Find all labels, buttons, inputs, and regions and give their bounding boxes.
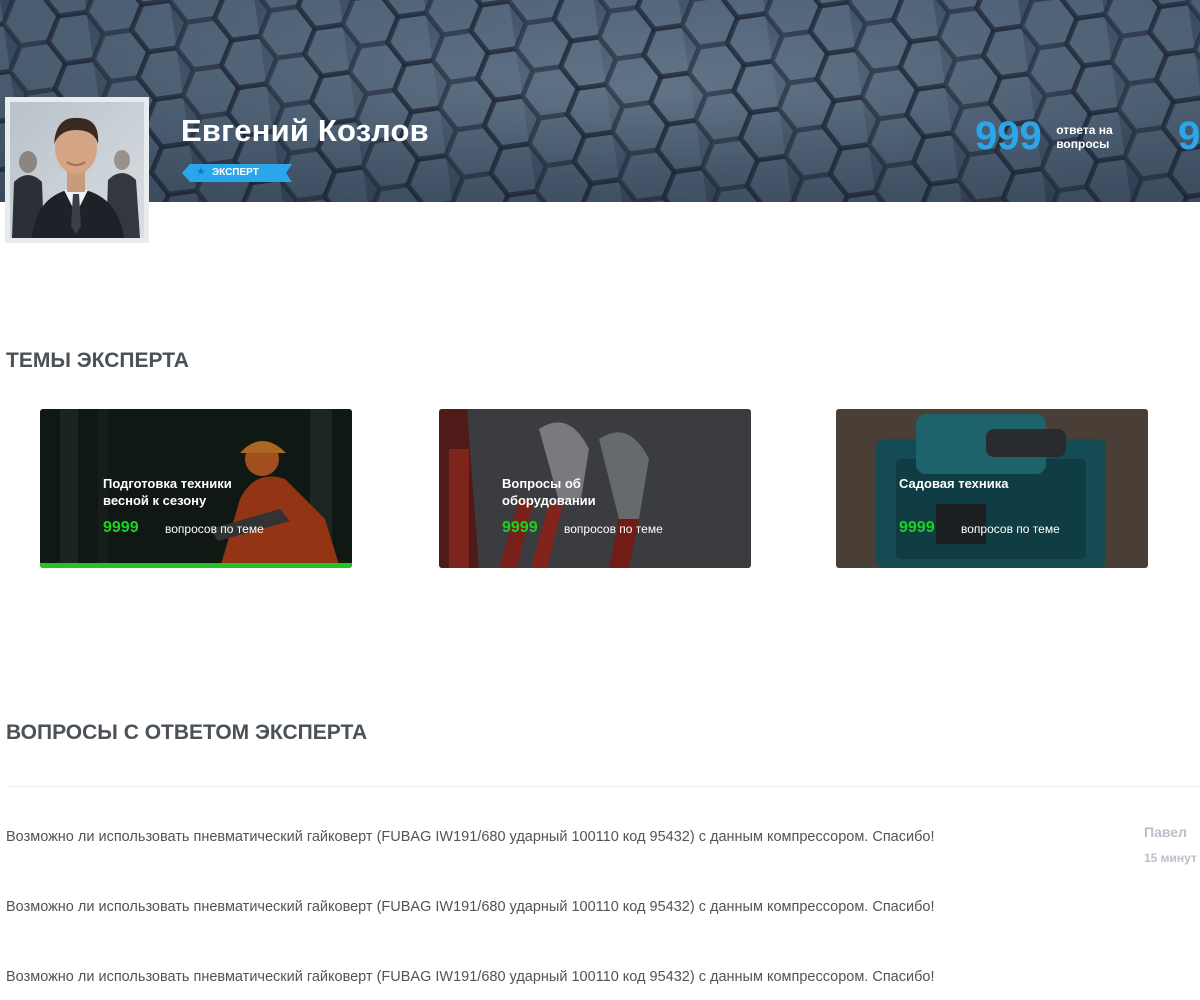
asker-time: 15 минут [1144,851,1197,865]
expert-badge: ★ ЭКСПЕРТ [182,164,292,182]
topic-card-title: Садовая техника [899,476,1009,491]
stat-second: 99 [1178,113,1200,159]
topic-card[interactable]: Подготовка техники весной к сезону 9999 … [40,409,352,568]
questions-title: ВОПРОСЫ С ОТВЕТОМ ЭКСПЕРТА [6,721,368,744]
topic-card-count: 9999 [103,519,139,536]
question-link[interactable]: Возможно ли использовать пневматический … [6,826,936,848]
stat-answers-label: ответа на вопросы [1056,123,1113,151]
topic-card-count: 9999 [899,519,935,536]
avatar-photo [10,102,144,238]
stat-answers: 999 ответа на вопросы [975,113,1136,159]
topic-card-count-label: вопросов по теме [165,522,264,536]
profile-header: Евгений Козлов ★ ЭКСПЕРТ 999 ответа на в… [0,0,1200,202]
expert-name: Евгений Козлов [181,113,429,148]
avatar[interactable] [5,97,149,243]
topic-card-title: Вопросы об оборудовании [502,476,596,508]
topic-card-count: 9999 [502,519,538,536]
hexagon-pattern-background [0,0,1200,202]
topics-title: ТЕМЫ ЭКСПЕРТА [6,349,189,372]
topic-card[interactable]: Садовая техника 9999 вопросов по теме [836,409,1148,568]
question-link[interactable]: Возможно ли использовать пневматический … [6,896,936,918]
stat-answers-value: 999 [975,114,1042,158]
topic-card-active-indicator [40,563,352,568]
topic-card[interactable]: Вопросы об оборудовании 9999 вопросов по… [439,409,751,568]
asker-name[interactable]: Павел [1144,824,1187,840]
topic-card-title: Подготовка техники весной к сезону [103,476,232,508]
badge-label: ЭКСПЕРТ [212,167,259,178]
star-icon: ★ [196,166,206,178]
stat-second-value: 99 [1178,114,1200,158]
question-link[interactable]: Возможно ли использовать пневматический … [6,966,936,988]
topic-card-count-label: вопросов по теме [564,522,663,536]
topic-card-count-label: вопросов по теме [961,522,1060,536]
section-divider [6,786,1200,787]
